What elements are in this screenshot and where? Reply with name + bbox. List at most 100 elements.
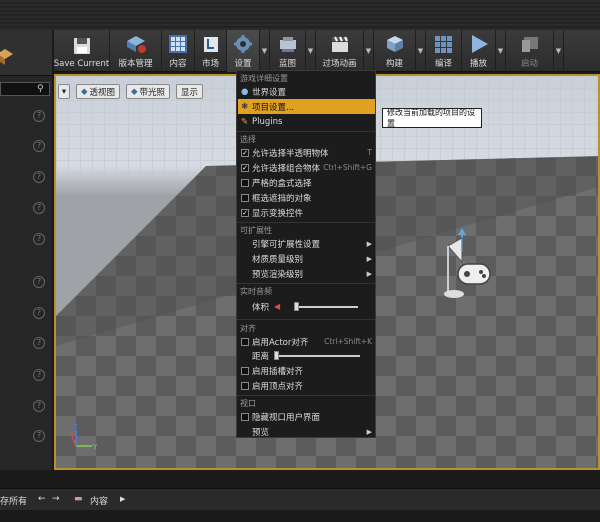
modes-tab[interactable]	[0, 30, 52, 76]
lighting-label: 带光照	[139, 87, 166, 98]
menu-show-transform[interactable]: ✓ 显示变换控件	[238, 205, 375, 220]
blueprints-label: 蓝图	[278, 59, 296, 69]
box-occluded-label: 框选遮挡的对象	[252, 193, 312, 204]
settings-dropdown-arrow[interactable]: ▼	[260, 30, 270, 72]
box-occluded-checkbox[interactable]	[241, 193, 249, 202]
world-settings-label: 世界设置	[252, 87, 287, 98]
show-transform-checkbox[interactable]: ✓	[241, 208, 249, 217]
volume-slider-handle[interactable]	[294, 302, 299, 311]
launch-button[interactable]: 启动	[506, 30, 554, 72]
menu-project-settings[interactable]: ✱ 项目设置...	[238, 99, 375, 114]
help-icon[interactable]: ?	[33, 369, 45, 381]
shortcut-label: Ctrl+Shift+G	[323, 163, 372, 172]
menu-distance: 距离	[238, 348, 375, 363]
help-icon[interactable]: ?	[33, 202, 45, 214]
submenu-arrow-icon: ▶	[366, 239, 372, 248]
help-icon[interactable]: ?	[33, 400, 45, 412]
menu-volume: 体积 ◀	[238, 299, 375, 314]
menu-engine-scalability[interactable]: 引擎可扩展性设置 ▶	[238, 236, 375, 251]
help-icon[interactable]: ?	[33, 337, 45, 349]
menu-strict-box[interactable]: 严格的盒式选择	[238, 175, 375, 190]
play-dropdown-arrow[interactable]: ▼	[496, 30, 506, 72]
content-browser-bar: 存所有 ← → ▬ 内容 ▶	[0, 488, 600, 510]
perspective-cube-icon: ◆	[81, 86, 88, 97]
blueprints-dropdown-arrow[interactable]: ▼	[306, 30, 316, 72]
cinematics-button[interactable]: 过场动画	[316, 30, 364, 72]
menu-allow-translucent[interactable]: ✓ 允许选择半透明物体 T	[238, 145, 375, 160]
lighting-mode-button[interactable]: ◆ 带光照	[126, 84, 171, 99]
volume-label: 体积	[252, 302, 270, 313]
help-icon[interactable]: ?	[33, 110, 45, 122]
search-input[interactable]: ⚲	[0, 82, 50, 96]
title-bar	[0, 0, 600, 30]
enable-vertex-snap-checkbox[interactable]	[241, 381, 249, 390]
cinematics-dropdown-arrow[interactable]: ▼	[364, 30, 374, 72]
menu-enable-vertex-snap[interactable]: 启用顶点对齐	[238, 378, 375, 393]
menu-box-occluded[interactable]: 框选遮挡的对象	[238, 190, 375, 205]
enable-actor-snap-checkbox[interactable]	[241, 337, 249, 346]
perspective-button[interactable]: ◆ 透视图	[76, 84, 121, 99]
forward-arrow-icon[interactable]: →	[52, 494, 60, 504]
enable-vertex-snap-label: 启用顶点对齐	[252, 381, 304, 392]
help-icon[interactable]: ?	[33, 140, 45, 152]
enable-socket-snap-label: 启用插槽对齐	[252, 366, 304, 377]
main-toolbar: Save Current 版本管理 内容 市场 设置 ▼ 蓝图 ▼ 过场动画 ▼…	[54, 30, 600, 72]
save-current-button[interactable]: Save Current	[54, 30, 110, 72]
source-control-button[interactable]: 版本管理	[110, 30, 162, 72]
project-settings-icon: ✱	[241, 101, 249, 112]
breadcrumb-content[interactable]: 内容	[90, 494, 108, 507]
help-icon[interactable]: ?	[33, 276, 45, 288]
play-button[interactable]: 播放	[462, 30, 496, 72]
hide-viewport-ui-label: 隐藏视口用户界面	[252, 412, 321, 423]
distance-slider-handle[interactable]	[274, 351, 279, 360]
launch-dropdown-arrow[interactable]: ▼	[554, 30, 564, 72]
menu-hide-viewport-ui[interactable]: 隐藏视口用户界面	[238, 409, 375, 424]
help-icon[interactable]: ?	[33, 307, 45, 319]
build-button[interactable]: 构建	[374, 30, 416, 72]
build-label: 构建	[385, 59, 403, 69]
menu-enable-socket-snap[interactable]: 启用插槽对齐	[238, 363, 375, 378]
preview-rendering-label: 预览渲染级别	[252, 269, 304, 280]
build-cubes-icon	[384, 33, 406, 55]
distance-slider[interactable]	[274, 355, 360, 357]
build-dropdown-arrow[interactable]: ▼	[416, 30, 426, 72]
engine-scalability-label: 引擎可扩展性设置	[252, 239, 321, 250]
menu-material-quality[interactable]: 材质质量级别 ▶	[238, 251, 375, 266]
help-icon[interactable]: ?	[33, 430, 45, 442]
help-icon[interactable]: ?	[33, 233, 45, 245]
tooltip-text: 修改当前加载的项目的设置	[387, 108, 475, 128]
shortcut-label: T	[367, 148, 372, 157]
left-panel: ⚲ ? ? ? ? ? ? ? ? ? ? ?	[0, 30, 52, 470]
menu-world-settings[interactable]: ● 世界设置	[238, 84, 375, 99]
save-all-button[interactable]: 存所有	[0, 494, 27, 507]
compile-button[interactable]: 编译	[426, 30, 462, 72]
menu-separator	[237, 283, 375, 284]
play-label: 播放	[469, 59, 487, 69]
menu-previews[interactable]: 预览 ▶	[238, 424, 375, 439]
breadcrumb-chevron-icon[interactable]: ▶	[120, 495, 125, 503]
hide-viewport-ui-checkbox[interactable]	[241, 412, 249, 421]
menu-enable-actor-snap[interactable]: 启用Actor对齐 Ctrl+Shift+K	[238, 334, 375, 349]
menu-preview-rendering[interactable]: 预览渲染级别 ▶	[238, 266, 375, 281]
play-icon	[468, 33, 490, 55]
svg-text:Y: Y	[92, 443, 98, 451]
strict-box-checkbox[interactable]	[241, 178, 249, 187]
blueprints-button[interactable]: 蓝图	[270, 30, 306, 72]
viewport-options-dropdown[interactable]: ▾	[58, 84, 70, 99]
help-icon[interactable]: ?	[33, 171, 45, 183]
folder-icon: ▬	[74, 494, 83, 504]
player-start-icon[interactable]	[440, 226, 496, 302]
menu-allow-group[interactable]: ✓ 允许选择组合物体 Ctrl+Shift+G	[238, 160, 375, 175]
allow-translucent-checkbox[interactable]: ✓	[241, 148, 249, 157]
show-button[interactable]: 显示	[176, 84, 204, 99]
search-icon[interactable]: ⚲	[37, 84, 47, 94]
volume-slider[interactable]	[294, 306, 358, 308]
content-button[interactable]: 内容	[162, 30, 195, 72]
section-snapping: 对齐	[240, 324, 256, 333]
enable-socket-snap-checkbox[interactable]	[241, 366, 249, 375]
allow-group-checkbox[interactable]: ✓	[241, 163, 249, 172]
settings-button[interactable]: 设置	[227, 30, 260, 72]
menu-plugins[interactable]: ✎ Plugins	[238, 114, 375, 129]
back-arrow-icon[interactable]: ←	[38, 494, 46, 504]
marketplace-button[interactable]: 市场	[195, 30, 227, 72]
